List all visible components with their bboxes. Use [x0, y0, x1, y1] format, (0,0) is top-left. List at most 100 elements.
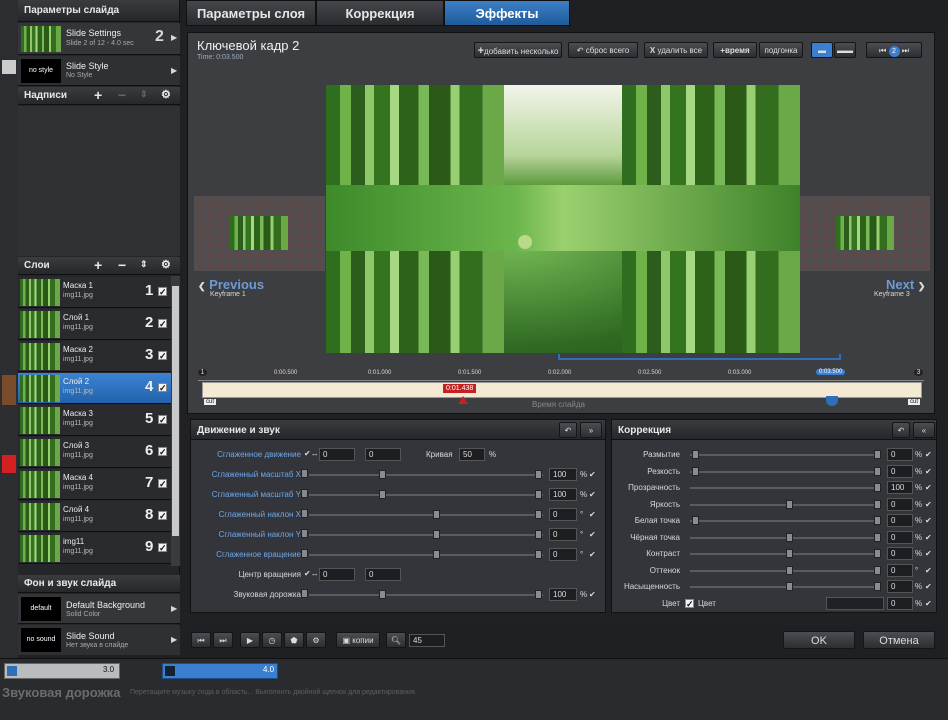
correction-slider[interactable] — [690, 532, 881, 542]
motion-slider[interactable] — [309, 550, 543, 559]
move-arrows-icon[interactable]: ✔↔ — [304, 569, 319, 578]
slider-knob[interactable] — [692, 466, 699, 476]
slider-end[interactable] — [874, 532, 881, 542]
tick-label-current[interactable]: 0:03.500 — [816, 369, 846, 375]
motion-value[interactable]: 100 — [549, 468, 577, 481]
correction-slider[interactable] — [690, 466, 881, 476]
layer-item[interactable]: Маска 2 img11.jpg 3 — [18, 341, 171, 372]
layer-item[interactable]: Слой 4 img11.jpg 8 — [18, 501, 171, 532]
correction-value[interactable]: 0 — [887, 448, 913, 461]
ok-button[interactable]: OK — [783, 631, 855, 649]
slider-knob[interactable] — [379, 590, 386, 599]
next-keyframe-icon[interactable]: ⏭ — [902, 46, 909, 55]
add-keyframe-button[interactable]: +добавить несколько — [474, 42, 562, 58]
motion-slider[interactable] — [309, 470, 543, 479]
remove-caption-icon[interactable]: − — [118, 87, 126, 103]
time-button[interactable]: +время — [713, 42, 757, 58]
slider-end[interactable] — [874, 582, 881, 591]
slider-end[interactable] — [874, 483, 881, 492]
double-chevron-right-icon[interactable]: » — [580, 422, 602, 438]
view-single-button[interactable]: ▬ — [811, 42, 833, 58]
correction-value[interactable]: 0 — [887, 514, 913, 527]
add-layer-icon[interactable]: + — [94, 257, 102, 273]
slider-end[interactable] — [874, 466, 881, 476]
layer-visibility-checkbox[interactable] — [158, 351, 167, 360]
double-chevron-left-icon[interactable]: « — [913, 422, 935, 438]
keyframe-nav[interactable]: ⏮ 2 ⏭ — [866, 42, 922, 58]
slider-end[interactable] — [535, 590, 542, 599]
next-link[interactable]: Next ❯ — [886, 277, 925, 292]
motion-value[interactable]: 0 — [549, 548, 577, 561]
keyframe-1-marker[interactable]: 1 — [198, 369, 207, 376]
timeline-track[interactable]: 0:01.438 — [202, 382, 922, 398]
check-icon[interactable]: ✔ — [925, 599, 932, 608]
slider-knob[interactable] — [379, 470, 386, 479]
slider-end[interactable] — [874, 516, 881, 525]
slider-start-icon[interactable] — [301, 469, 308, 478]
layer-visibility-checkbox[interactable] — [158, 447, 167, 456]
slider-end[interactable] — [874, 450, 881, 459]
slide-style-item[interactable]: no style Slide Style No Style ▶ — [18, 56, 180, 86]
layer-item[interactable]: img11 img11.jpg 9 — [18, 533, 171, 564]
layers-scrollbar[interactable] — [171, 276, 180, 566]
correction-value[interactable]: 0 — [887, 497, 913, 511]
correction-value[interactable]: 0 — [887, 464, 913, 478]
timer-icon[interactable]: ◷ — [262, 632, 282, 648]
check-icon[interactable]: ✔ — [925, 533, 932, 542]
slider-knob[interactable] — [786, 565, 793, 575]
check-icon[interactable]: ✔ — [925, 516, 932, 525]
correction-slider[interactable] — [690, 516, 881, 525]
check-icon[interactable]: ✔ — [589, 530, 596, 539]
correction-slider[interactable] — [690, 549, 881, 558]
layer-item[interactable]: Маска 4 img11.jpg 7 — [18, 469, 171, 500]
check-icon[interactable]: ✔ — [925, 450, 932, 459]
slider-knob[interactable] — [786, 582, 793, 591]
layer-visibility-checkbox[interactable] — [158, 319, 167, 328]
playhead-marker[interactable] — [458, 396, 468, 404]
correction-slider[interactable] — [690, 565, 881, 575]
fit-button[interactable]: подгонка — [759, 42, 803, 58]
motion-curve-value[interactable]: 50 — [459, 448, 485, 461]
check-icon[interactable]: ✔ — [589, 550, 596, 559]
check-icon[interactable]: ✔ — [925, 582, 932, 591]
slider-end[interactable] — [874, 549, 881, 558]
background-item[interactable]: default Default Background Solid Color ▶ — [18, 594, 180, 624]
slide-settings-item[interactable]: Slide Settings Slide 2 of 12 - 4.0 sec 2… — [18, 23, 180, 55]
slider-knob[interactable] — [692, 516, 699, 525]
playhead-time[interactable]: 0:01.438 — [443, 384, 477, 393]
tab-layer-params[interactable]: Параметры слоя — [186, 0, 316, 26]
correction-value[interactable]: 0 — [887, 530, 913, 544]
gear-icon[interactable]: ⚙ — [161, 88, 171, 101]
motion-value-1[interactable]: 0 — [319, 568, 355, 581]
slider-start-icon[interactable] — [301, 509, 308, 518]
check-icon[interactable]: ✔ — [925, 549, 932, 558]
motion-slider[interactable] — [309, 590, 543, 599]
color-swatch[interactable] — [826, 596, 884, 610]
tab-correction[interactable]: Коррекция — [316, 0, 444, 26]
motion-value[interactable]: 0 — [549, 508, 577, 521]
motion-value[interactable]: 0 — [549, 528, 577, 541]
layer-visibility-checkbox[interactable] — [158, 415, 167, 424]
slider-knob[interactable] — [433, 530, 440, 539]
layer-visibility-checkbox[interactable] — [158, 287, 167, 296]
marker-icon[interactable]: ⬟ — [284, 632, 304, 648]
slider-end[interactable] — [535, 510, 542, 519]
slider-knob[interactable] — [379, 490, 386, 499]
correction-slider[interactable] — [690, 499, 881, 509]
check-icon[interactable]: ✔ — [589, 490, 596, 499]
correction-value[interactable]: 0 — [887, 563, 913, 577]
check-icon[interactable]: ✔ — [589, 470, 596, 479]
layer-visibility-checkbox[interactable] — [158, 511, 167, 520]
slider-start-icon[interactable] — [301, 529, 308, 538]
layer-item[interactable]: Слой 1 img11.jpg 2 — [18, 309, 171, 340]
check-icon[interactable]: ✔ — [925, 566, 932, 575]
layer-visibility-checkbox[interactable] — [158, 479, 167, 488]
last-frame-icon[interactable]: ⏭ — [213, 632, 233, 648]
scrollbar-thumb[interactable] — [172, 286, 179, 536]
motion-value[interactable]: 100 — [549, 588, 577, 601]
slide-clip[interactable]: 3.0 — [4, 663, 120, 679]
tab-effects[interactable]: Эффекты — [444, 0, 570, 26]
motion-slider[interactable] — [309, 530, 543, 539]
keyframe-2-marker[interactable] — [826, 396, 838, 406]
check-icon[interactable]: ✔ — [925, 500, 932, 509]
